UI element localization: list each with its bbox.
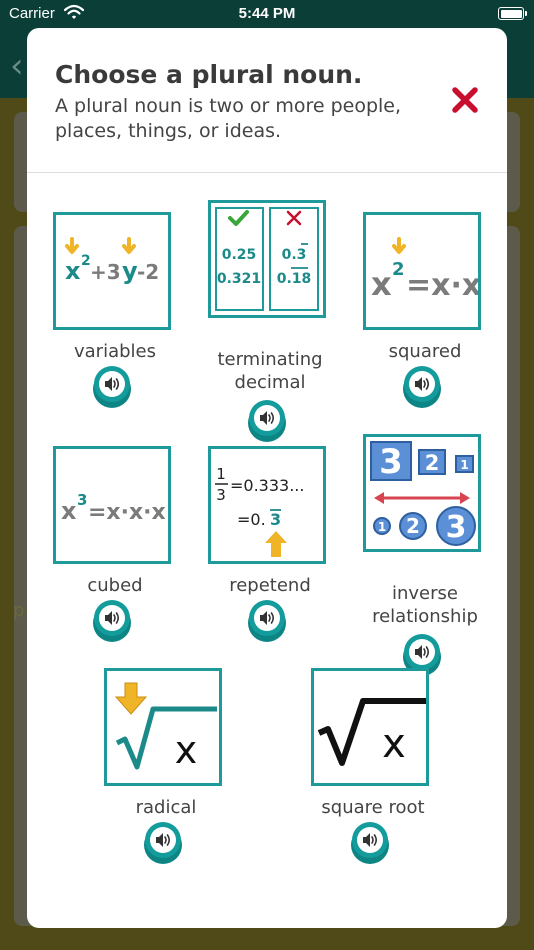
inverse-circle-3: 3	[446, 510, 467, 545]
speaker-icon	[260, 411, 275, 425]
back-chevron-icon: ‹	[10, 46, 24, 86]
tile-squared[interactable]: x 2 =x·x	[363, 212, 481, 330]
choose-noun-modal: Choose a plural noun. A plural noun is t…	[27, 28, 507, 928]
squared-rhs: =x·x	[406, 268, 478, 303]
squared-base: x	[371, 265, 392, 303]
cubed-exp: 3	[77, 491, 87, 509]
speaker-icon	[415, 377, 430, 391]
modal-title: Choose a plural noun.	[55, 60, 363, 89]
modal-subtitle: A plural noun is two or more people, pla…	[55, 95, 402, 142]
close-icon[interactable]	[451, 86, 479, 114]
battery-icon	[498, 7, 527, 20]
inverse-square-2: 2	[425, 451, 440, 475]
decimal-b2: 0.18	[277, 271, 312, 287]
header-divider	[27, 172, 507, 173]
label-inverse-relationship: inverse relationship	[372, 583, 478, 627]
backdrop-text: p	[13, 600, 25, 621]
label-repetend: repetend	[229, 575, 311, 596]
label-cubed: cubed	[87, 575, 143, 596]
tile-inverse-relationship[interactable]: 3 2 1 1 2 3	[363, 434, 481, 552]
cubed-illustration: x 3 =x·x·x	[61, 491, 166, 525]
inverse-square-1: 1	[460, 458, 468, 472]
decimal-a2: 0.321	[217, 271, 261, 287]
speaker-button-variables[interactable]	[93, 366, 131, 408]
speaker-button-radical[interactable]	[144, 822, 182, 864]
speaker-icon	[156, 833, 171, 847]
status-bar: Carrier 5:44 PM	[0, 0, 534, 28]
speaker-button-cubed[interactable]	[93, 600, 131, 642]
speaker-button-repetend[interactable]	[248, 600, 286, 642]
variables-illustration: x 2 +3 y -2	[65, 237, 159, 285]
speaker-button-square-root[interactable]	[351, 822, 389, 864]
repetend-illustration: 1 3 =0.333... =0. 3	[215, 465, 304, 557]
square-root-variable: x	[382, 721, 406, 767]
radical-illustration: x	[114, 682, 217, 772]
tile-cubed[interactable]: x 3 =x·x·x	[53, 446, 171, 564]
speaker-icon	[363, 833, 378, 847]
label-radical: radical	[135, 797, 197, 818]
tile-repetend[interactable]: 1 3 =0.333... =0. 3	[208, 446, 326, 564]
inverse-circle-2: 2	[406, 514, 420, 538]
inverse-circle-1: 1	[378, 520, 386, 534]
cubed-base: x	[61, 497, 77, 525]
decimal-b1: 0.3	[282, 247, 307, 263]
var-x: x	[65, 257, 81, 285]
decimal-a1: 0.25	[222, 247, 257, 263]
tile-radical[interactable]: x	[104, 668, 222, 786]
speaker-button-terminating-decimal[interactable]	[248, 400, 286, 442]
var-plus3: +3	[90, 260, 121, 284]
label-squared: squared	[388, 341, 462, 362]
squared-illustration: x 2 =x·x	[371, 237, 481, 303]
label-terminating-decimal: terminating decimal	[217, 349, 323, 393]
repetend-line2b: 3	[270, 510, 281, 529]
inverse-relationship-illustration: 3 2 1 1 2 3	[370, 441, 476, 546]
tile-terminating-decimal[interactable]: 0.25 0.321 0.3 0.18	[208, 200, 326, 318]
squared-exp: 2	[392, 259, 405, 280]
label-square-root: square root	[321, 797, 425, 818]
repetend-line1: =0.333...	[230, 476, 304, 495]
tile-variables[interactable]: x 2 +3 y -2	[53, 212, 171, 330]
var-minus2: -2	[137, 260, 159, 284]
speaker-icon	[415, 645, 430, 659]
cubed-rhs: =x·x·x	[88, 500, 166, 525]
repetend-den: 3	[216, 486, 226, 504]
repetend-num: 1	[216, 465, 226, 483]
speaker-icon	[105, 611, 120, 625]
speaker-icon	[260, 611, 275, 625]
speaker-button-squared[interactable]	[403, 366, 441, 408]
inverse-square-3: 3	[379, 442, 403, 482]
repetend-line2a: =0.	[237, 510, 266, 529]
status-time: 5:44 PM	[238, 5, 296, 22]
radical-variable: x	[175, 728, 198, 772]
speaker-icon	[105, 377, 120, 391]
var-y: y	[122, 257, 138, 285]
terminating-decimal-illustration: 0.25 0.321 0.3 0.18	[215, 207, 319, 311]
label-variables: variables	[74, 341, 156, 362]
tile-square-root[interactable]: x	[311, 668, 429, 786]
square-root-illustration: x	[317, 698, 426, 767]
